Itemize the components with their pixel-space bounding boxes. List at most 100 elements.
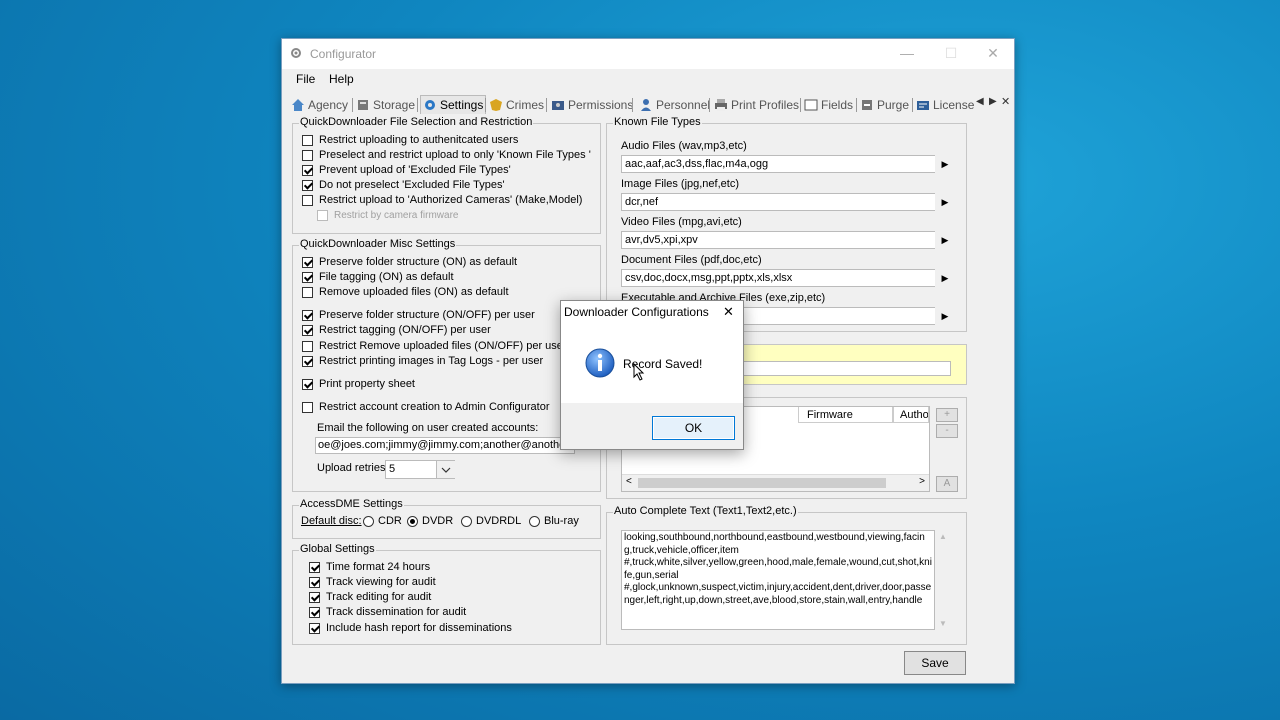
tab-license[interactable]: License bbox=[916, 96, 974, 114]
column-header-authorized[interactable]: Autho bbox=[893, 407, 929, 423]
image-files-field[interactable]: dcr,nef bbox=[621, 193, 936, 211]
preserve-folder-default-checkbox[interactable]: Preserve folder structure (ON) as defaul… bbox=[302, 256, 517, 268]
save-button[interactable]: Save bbox=[904, 651, 966, 675]
video-files-field[interactable]: avr,dv5,xpi,xpv bbox=[621, 231, 936, 249]
tab-separator bbox=[485, 98, 486, 112]
restrict-authenticated-checkbox[interactable]: Restrict uploading to authenitcated user… bbox=[302, 134, 518, 146]
chevron-down-icon[interactable] bbox=[436, 461, 455, 478]
scroll-down-icon[interactable]: ▼ bbox=[939, 619, 947, 628]
track-dissemination-checkbox[interactable]: Track dissemination for audit bbox=[309, 606, 466, 618]
checkbox-box bbox=[302, 355, 313, 367]
printer-icon bbox=[715, 99, 727, 111]
checkbox-box bbox=[309, 606, 320, 618]
prevent-excluded-checkbox[interactable]: Prevent upload of 'Excluded File Types' bbox=[302, 164, 511, 176]
minimize-button[interactable]: — bbox=[892, 43, 922, 63]
print-property-sheet-checkbox[interactable]: Print property sheet bbox=[302, 378, 415, 390]
audio-expand-arrow-icon[interactable]: ▶ bbox=[935, 155, 955, 173]
auto-complete-textarea[interactable]: looking,southbound,northbound,eastbound,… bbox=[621, 530, 935, 630]
email-label: Email the following on user created acco… bbox=[317, 422, 539, 434]
audio-files-field[interactable]: aac,aaf,ac3,dss,flac,m4a,ogg bbox=[621, 155, 936, 173]
preserve-folder-per-user-checkbox[interactable]: Preserve folder structure (ON/OFF) per u… bbox=[302, 309, 535, 321]
restrict-firmware-checkbox[interactable]: Restrict by camera firmware bbox=[317, 210, 458, 221]
restrict-account-creation-checkbox[interactable]: Restrict account creation to Admin Confi… bbox=[302, 401, 550, 413]
add-camera-button[interactable]: + bbox=[936, 408, 958, 422]
tab-storage[interactable]: Storage bbox=[356, 96, 415, 114]
menu-bar: File Help bbox=[282, 69, 1014, 89]
no-preselect-excluded-checkbox[interactable]: Do not preselect 'Excluded File Types' bbox=[302, 179, 505, 191]
remove-uploaded-default-checkbox[interactable]: Remove uploaded files (ON) as default bbox=[302, 286, 509, 298]
checkbox-box bbox=[309, 622, 320, 634]
audio-files-label: Audio Files (wav,mp3,etc) bbox=[621, 140, 747, 152]
image-expand-arrow-icon[interactable]: ▶ bbox=[935, 193, 955, 211]
storage-icon bbox=[358, 100, 368, 110]
badge-icon bbox=[490, 99, 502, 111]
tab-separator bbox=[912, 98, 913, 112]
radio-dvdrdl[interactable]: DVDRDL bbox=[461, 515, 521, 527]
restrict-cameras-checkbox[interactable]: Restrict upload to 'Authorized Cameras' … bbox=[302, 194, 582, 206]
close-button[interactable]: ✕ bbox=[978, 43, 1008, 63]
maximize-button[interactable]: ☐ bbox=[936, 43, 966, 63]
radio-dot bbox=[529, 515, 540, 527]
restrict-tagging-per-user-checkbox[interactable]: Restrict tagging (ON/OFF) per user bbox=[302, 324, 491, 336]
tab-scroll-left-icon[interactable]: ◀ bbox=[976, 96, 984, 107]
track-viewing-checkbox[interactable]: Track viewing for audit bbox=[309, 576, 436, 588]
tab-settings[interactable]: Settings bbox=[420, 95, 487, 114]
remove-camera-button[interactable]: - bbox=[936, 424, 958, 438]
dialog-body: Downloader Configurations ✕ Record Saved… bbox=[561, 301, 743, 403]
checkbox-box bbox=[302, 194, 313, 206]
ok-button[interactable]: OK bbox=[652, 416, 735, 440]
tab-separator bbox=[546, 98, 547, 112]
document-files-field[interactable]: csv,doc,docx,msg,ppt,pptx,xls,xlsx bbox=[621, 269, 936, 287]
house-icon bbox=[292, 99, 304, 111]
executable-expand-arrow-icon[interactable]: ▶ bbox=[935, 307, 955, 325]
upload-retries-label: Upload retries: bbox=[317, 462, 389, 474]
file-tagging-default-checkbox[interactable]: File tagging (ON) as default bbox=[302, 271, 454, 283]
scroll-up-icon[interactable]: ▲ bbox=[939, 532, 947, 541]
column-header-firmware[interactable]: Firmware bbox=[798, 407, 893, 423]
default-disc-label: Default disc: bbox=[301, 515, 362, 527]
checkbox-box bbox=[302, 256, 313, 268]
include-hash-checkbox[interactable]: Include hash report for disseminations bbox=[309, 622, 512, 634]
tab-separator bbox=[417, 98, 418, 112]
tab-personnel[interactable]: Personnel bbox=[639, 96, 710, 114]
radio-dvdr[interactable]: DVDR bbox=[407, 515, 453, 527]
checkbox-box bbox=[302, 286, 313, 298]
checkbox-box bbox=[309, 576, 320, 588]
horizontal-scrollbar[interactable]: < > bbox=[622, 474, 929, 491]
tab-agency[interactable]: Agency bbox=[291, 96, 348, 114]
radio-cdr[interactable]: CDR bbox=[363, 515, 402, 527]
time-format-24-checkbox[interactable]: Time format 24 hours bbox=[309, 561, 430, 573]
purge-icon bbox=[862, 100, 872, 110]
track-editing-checkbox[interactable]: Track editing for audit bbox=[309, 591, 431, 603]
tab-permissions[interactable]: Permissions bbox=[551, 96, 633, 114]
tab-close-icon[interactable]: ✕ bbox=[1001, 95, 1010, 108]
tab-separator bbox=[800, 98, 801, 112]
vertical-scrollbar[interactable]: ▲ ▼ bbox=[936, 530, 950, 630]
preselect-known-types-checkbox[interactable]: Preselect and restrict upload to only 'K… bbox=[302, 149, 591, 161]
restrict-printing-per-user-checkbox[interactable]: Restrict printing images in Tag Logs - p… bbox=[302, 355, 543, 367]
scroll-right-icon[interactable]: > bbox=[919, 476, 925, 487]
checkbox-box bbox=[302, 324, 313, 336]
tab-print-profiles[interactable]: Print Profiles bbox=[714, 96, 799, 114]
menu-help[interactable]: Help bbox=[329, 72, 354, 86]
radio-bluray[interactable]: Blu-ray bbox=[529, 515, 579, 527]
document-expand-arrow-icon[interactable]: ▶ bbox=[935, 269, 955, 287]
mouse-cursor-icon bbox=[633, 363, 645, 381]
scrollbar-thumb[interactable] bbox=[638, 478, 886, 488]
known-file-types-title: Known File Types bbox=[613, 116, 702, 128]
tab-purge[interactable]: Purge bbox=[860, 96, 909, 114]
file-selection-group: QuickDownloader File Selection and Restr… bbox=[292, 116, 601, 234]
app-gear-icon bbox=[291, 48, 301, 58]
dialog-close-button[interactable]: ✕ bbox=[723, 304, 734, 320]
tab-scroll-right-icon[interactable]: ▶ bbox=[989, 96, 997, 107]
camera-a-button[interactable]: A bbox=[936, 476, 958, 492]
restrict-remove-per-user-checkbox[interactable]: Restrict Remove uploaded files (ON/OFF) … bbox=[302, 340, 567, 352]
menu-file[interactable]: File bbox=[296, 72, 315, 86]
scroll-left-icon[interactable]: < bbox=[626, 476, 632, 487]
tab-fields[interactable]: Fields bbox=[804, 96, 853, 114]
email-field[interactable]: oe@joes.com;jimmy@jimmy.com;another@anot… bbox=[315, 437, 575, 454]
fields-icon bbox=[804, 99, 818, 111]
window-title: Configurator bbox=[310, 47, 377, 61]
video-expand-arrow-icon[interactable]: ▶ bbox=[935, 231, 955, 249]
tab-crimes[interactable]: Crimes bbox=[489, 96, 544, 114]
